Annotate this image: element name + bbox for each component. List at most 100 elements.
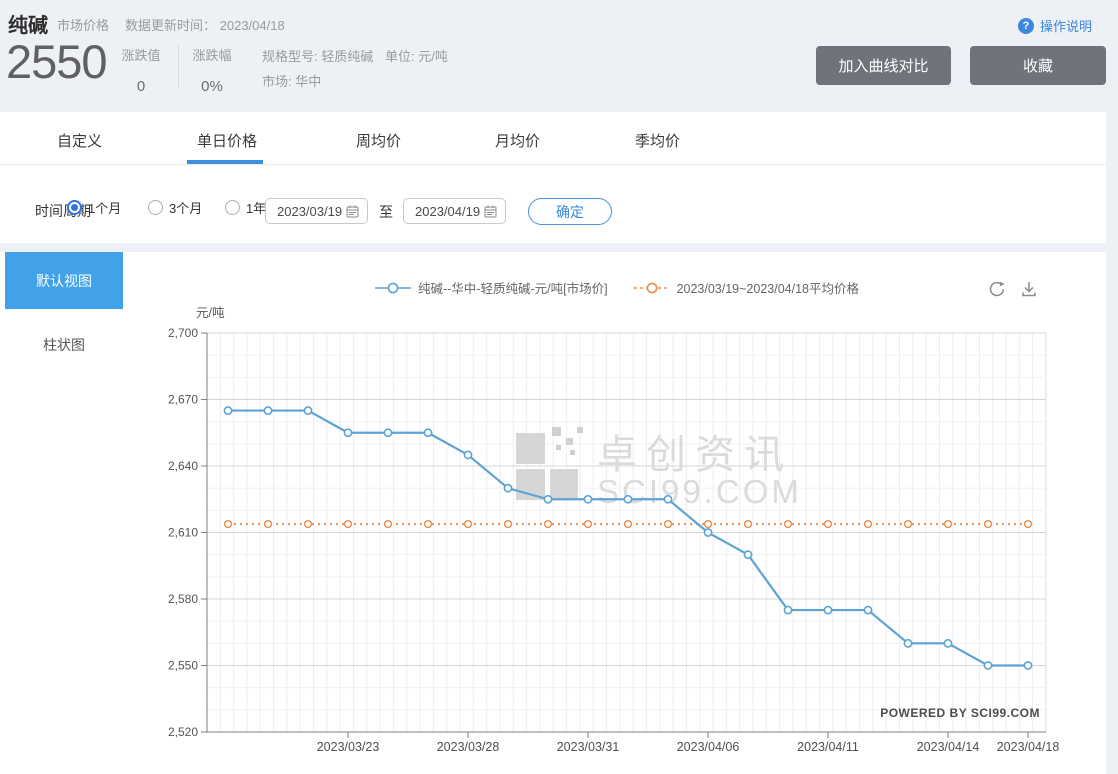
date-from-input[interactable]: 2023/03/19 [265, 198, 368, 224]
data-point-marker[interactable] [783, 605, 793, 615]
tab-monthly-avg[interactable]: 月均价 [495, 130, 540, 151]
svg-text:2023/03/28: 2023/03/28 [437, 740, 500, 754]
spec-market: 市场: 华中 [262, 74, 322, 89]
average-point-marker[interactable] [383, 519, 393, 529]
average-point-marker[interactable] [703, 519, 713, 529]
current-price: 2550 [6, 35, 108, 88]
data-point-marker[interactable] [823, 605, 833, 615]
data-point-marker[interactable] [383, 428, 393, 438]
help-label: 操作说明 [1040, 19, 1093, 34]
svg-text:2023/04/11: 2023/04/11 [797, 740, 859, 754]
data-point-marker[interactable] [503, 483, 513, 493]
average-point-marker[interactable] [983, 519, 993, 529]
data-point-marker[interactable] [303, 406, 313, 415]
data-point-marker[interactable] [983, 661, 993, 670]
update-time-value: 2023/04/18 [219, 18, 285, 33]
chart-panel: 默认视图 柱状图 纯碱--华中-轻质纯碱-元/吨[市场价] 2023/03/19… [0, 252, 1106, 774]
change-value-block: 涨跌值 0 [113, 45, 169, 95]
data-point-marker[interactable] [263, 406, 273, 415]
svg-text:2023/03/31: 2023/03/31 [557, 740, 620, 754]
average-point-marker[interactable] [463, 519, 473, 529]
data-point-marker[interactable] [223, 406, 233, 415]
average-point-marker[interactable] [583, 519, 593, 529]
date-to-input[interactable]: 2023/04/19 [403, 198, 506, 224]
average-point-marker[interactable] [343, 519, 353, 529]
data-point-marker[interactable] [663, 494, 673, 504]
tabs-panel: 自定义 单日价格 周均价 月均价 季均价 时间周期 1个月 3个月 1年 202… [0, 112, 1106, 243]
radio-1-month-label: 1个月 [88, 201, 122, 216]
data-point-marker[interactable] [743, 550, 753, 560]
change-label: 涨跌值 [121, 48, 161, 63]
average-point-marker[interactable] [1023, 519, 1033, 529]
data-point-marker[interactable] [583, 494, 593, 504]
svg-text:2023/04/18: 2023/04/18 [997, 740, 1060, 754]
data-point-marker[interactable] [863, 605, 873, 615]
calendar-icon [484, 205, 497, 217]
data-point-marker[interactable] [703, 528, 713, 537]
average-point-marker[interactable] [783, 519, 793, 529]
radio-dot-icon [67, 200, 82, 215]
data-point-marker[interactable] [343, 428, 353, 438]
market-price-label: 市场价格 [57, 18, 110, 33]
radio-1-year-label: 1年 [246, 201, 267, 216]
svg-text:2,580: 2,580 [168, 592, 198, 606]
watermark: 卓创资讯SCI99.COM [516, 427, 802, 510]
data-point-marker[interactable] [1023, 661, 1033, 670]
tab-quarterly-avg[interactable]: 季均价 [635, 130, 680, 151]
data-point-marker[interactable] [943, 638, 953, 648]
svg-text:2,670: 2,670 [168, 393, 198, 407]
average-point-marker[interactable] [543, 519, 553, 529]
y-axis-labels: 2,520 2,550 2,580 2,610 2,640 2,670 2,700 [168, 326, 207, 739]
price-line-chart: 卓创资讯SCI99.COM2,5202,5502,5802,6102,6402,… [168, 326, 1060, 754]
tab-custom[interactable]: 自定义 [57, 130, 102, 151]
data-point-marker[interactable] [423, 428, 433, 438]
data-point-marker[interactable] [543, 494, 553, 504]
radio-3-month-label: 3个月 [169, 201, 203, 216]
spec-unit: 单位: 元/吨 [385, 49, 448, 64]
data-point-marker[interactable] [623, 494, 633, 504]
radio-3-month[interactable]: 3个月 [148, 198, 202, 217]
average-point-marker[interactable] [623, 519, 633, 529]
date-range-to-label: 至 [379, 204, 393, 220]
average-point-marker[interactable] [503, 519, 513, 529]
average-point-marker[interactable] [943, 519, 953, 529]
favorite-button[interactable]: 收藏 [970, 46, 1106, 85]
average-point-marker[interactable] [863, 519, 873, 529]
update-time-label: 数据更新时间： [125, 18, 217, 33]
average-point-marker[interactable] [663, 519, 673, 529]
average-point-marker[interactable] [903, 519, 913, 529]
data-point-marker[interactable] [903, 638, 913, 648]
x-axis-labels: 2023/03/23 2023/03/28 2023/03/31 2023/04/06… [317, 732, 1060, 754]
average-point-marker[interactable] [263, 519, 273, 529]
radio-1-year[interactable]: 1年 [225, 198, 266, 217]
update-time: 数据更新时间： 2023/04/18 [125, 15, 285, 34]
svg-text:2,700: 2,700 [168, 326, 198, 340]
radio-1-month[interactable]: 1个月 [67, 198, 121, 217]
spec-model: 规格型号: 轻质纯碱 [262, 49, 374, 64]
add-to-curve-compare-button[interactable]: 加入曲线对比 [816, 46, 951, 85]
tab-daily-price[interactable]: 单日价格 [197, 130, 257, 151]
svg-text:2023/03/23: 2023/03/23 [317, 740, 380, 754]
product-title: 纯碱 [8, 15, 48, 37]
confirm-button[interactable]: 确定 [528, 198, 612, 225]
help-link[interactable]: ? 操作说明 [1018, 16, 1092, 35]
average-point-marker[interactable] [223, 519, 233, 529]
radio-circle-icon [225, 200, 240, 215]
average-point-marker[interactable] [303, 519, 313, 529]
svg-text:2023/04/06: 2023/04/06 [677, 740, 740, 754]
svg-text:2,640: 2,640 [168, 459, 198, 473]
change-value: 0 [136, 78, 146, 95]
data-point-marker[interactable] [463, 450, 473, 460]
svg-text:2023/04/14: 2023/04/14 [917, 740, 980, 754]
average-point-marker[interactable] [423, 519, 433, 529]
tab-weekly-avg[interactable]: 周均价 [356, 130, 401, 151]
average-point-marker[interactable] [823, 519, 833, 529]
svg-text:SCI99.COM: SCI99.COM [597, 473, 802, 510]
svg-text:卓创资讯: 卓创资讯 [597, 433, 793, 477]
average-point-marker[interactable] [743, 519, 753, 529]
radio-circle-icon [148, 200, 163, 215]
date-to-value: 2023/04/19 [415, 203, 481, 219]
change-pct-block: 涨跌幅 0% [184, 45, 240, 95]
svg-text:2,520: 2,520 [168, 725, 198, 739]
calendar-icon [346, 205, 359, 217]
